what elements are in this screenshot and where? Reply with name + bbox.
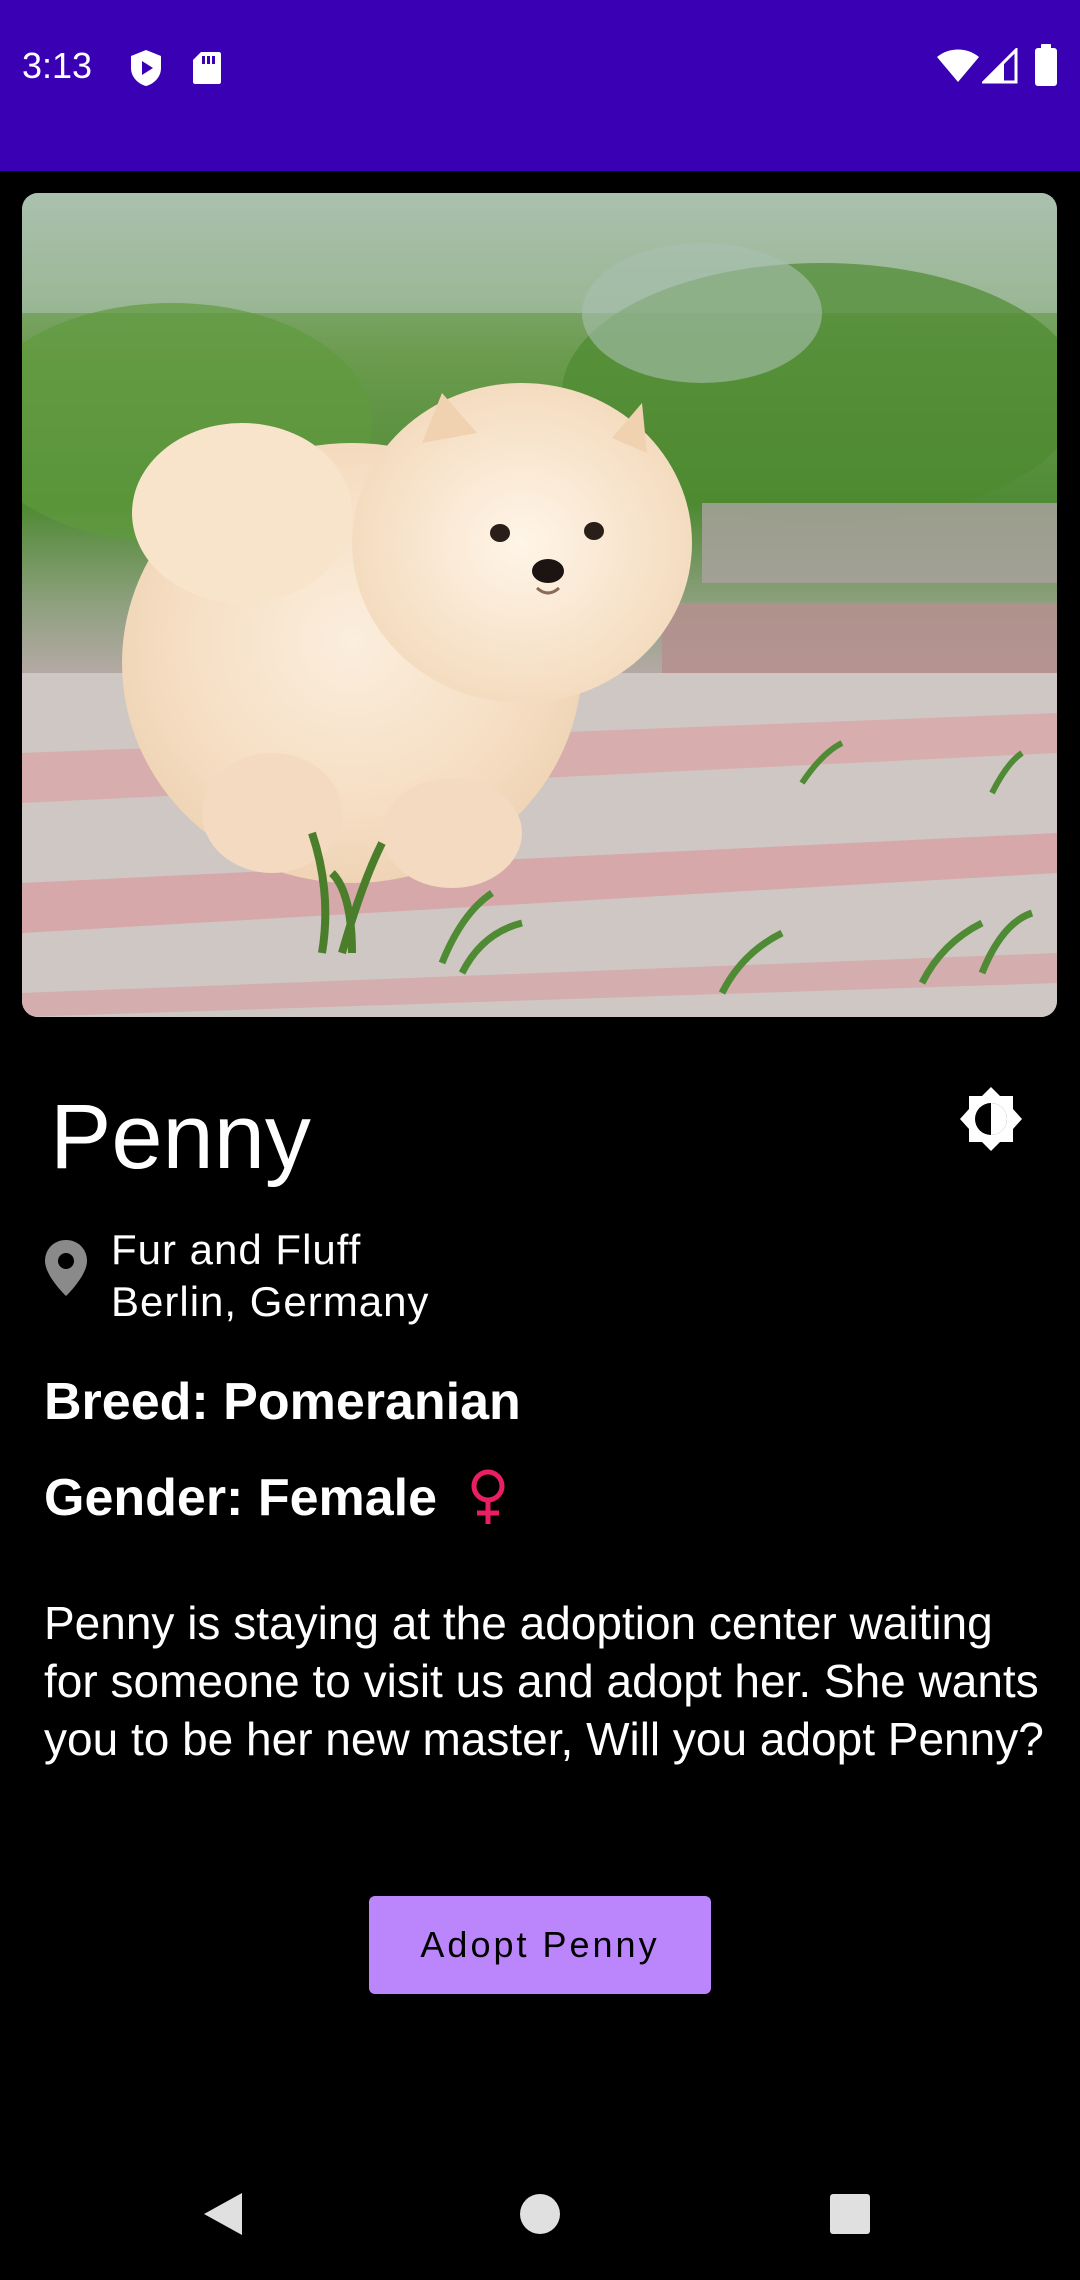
gender-label: Gender: Female (44, 1469, 438, 1527)
pet-photo (22, 193, 1057, 1017)
theme-toggle-icon[interactable] (956, 1084, 1026, 1154)
pet-detail-screen: 3:13 Penny Fur and Fluff Berlin, Germany… (0, 0, 1080, 2280)
status-time: 3:13 (22, 45, 93, 86)
pet-name: Penny (50, 1086, 311, 1188)
breed-label: Breed: Pomeranian (44, 1373, 521, 1431)
wifi-icon (936, 48, 980, 89)
battery-icon (1034, 44, 1058, 91)
shield-play-icon (128, 48, 164, 93)
location-pin-icon (42, 1238, 90, 1298)
navigation-bar (0, 2140, 1080, 2280)
shelter-name: Fur and Fluff (111, 1226, 362, 1273)
shelter-city: Berlin, Germany (111, 1278, 430, 1325)
sd-card-icon (192, 50, 222, 91)
location: Fur and Fluff Berlin, Germany (111, 1224, 429, 1328)
adopt-button[interactable]: Adopt Penny (369, 1896, 711, 1994)
female-icon (466, 1466, 510, 1530)
pomeranian-puppy-photo (22, 193, 1057, 1017)
recents-icon[interactable] (829, 2193, 871, 2240)
back-icon[interactable] (200, 2190, 246, 2243)
pet-description: Penny is staying at the adoption center … (44, 1597, 1044, 1765)
cellular-signal-icon (980, 46, 1018, 89)
home-icon[interactable] (519, 2193, 561, 2240)
status-bar: 3:13 (0, 0, 1080, 171)
